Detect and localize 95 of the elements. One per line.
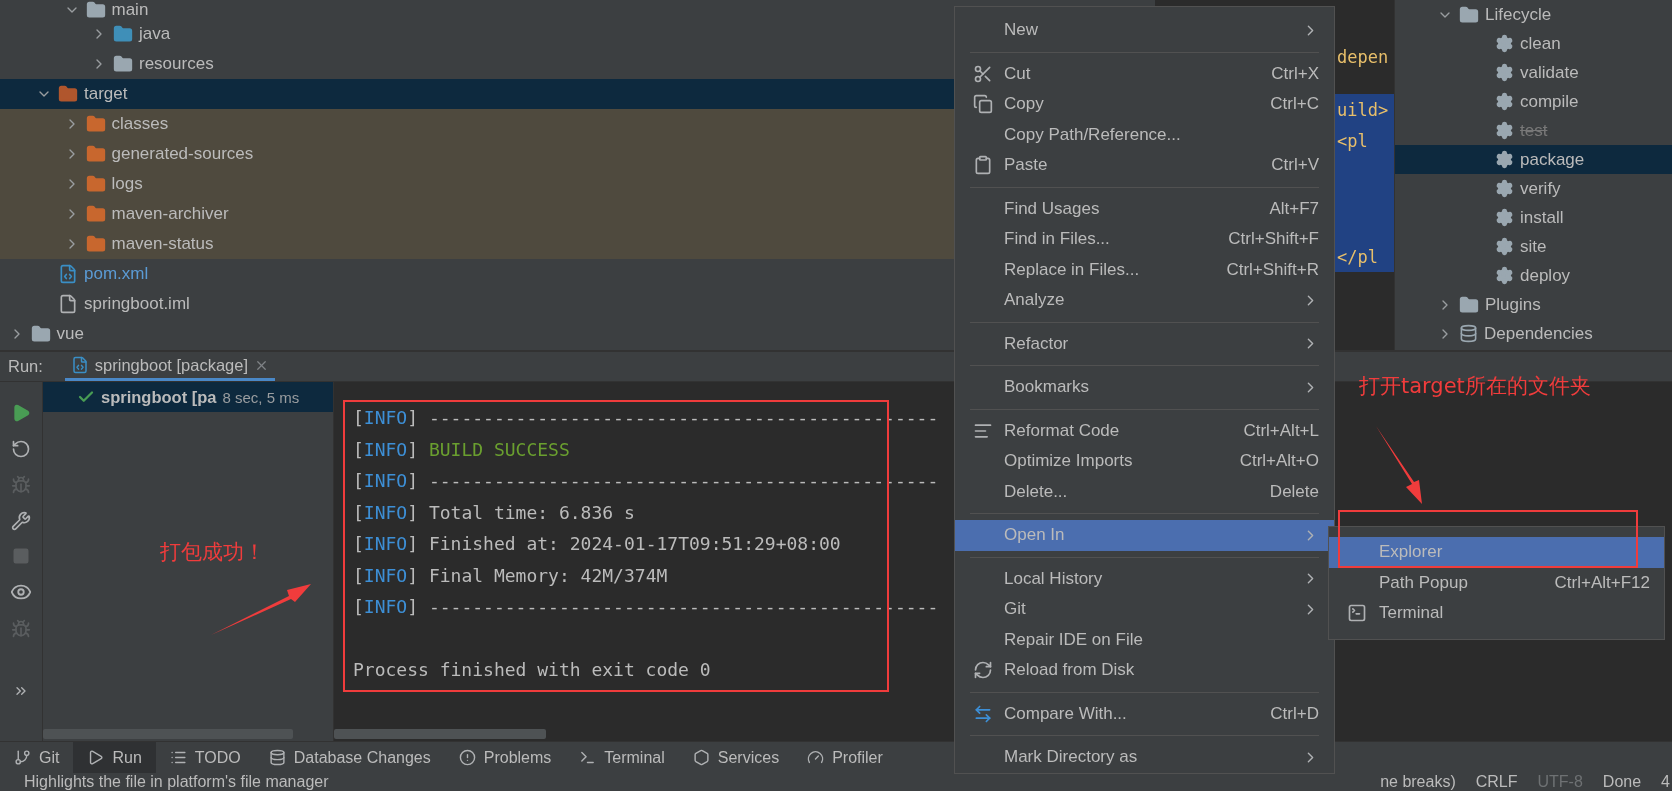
- maven-item[interactable]: package: [1395, 145, 1672, 174]
- folder-icon: [1459, 294, 1479, 315]
- console-line: [INFO] Total time: 6.836 s: [353, 500, 635, 525]
- tool-window-tab[interactable]: Run: [73, 742, 156, 773]
- menu-item[interactable]: Bookmarks: [955, 372, 1334, 403]
- menu-item[interactable]: Refactor: [955, 328, 1334, 359]
- menu-item[interactable]: Compare With... Ctrl+D: [955, 698, 1334, 729]
- maven-item[interactable]: site: [1395, 232, 1672, 261]
- folder-icon: [85, 144, 106, 164]
- folder-icon: [85, 174, 106, 194]
- gear-icon: [1495, 63, 1514, 82]
- scrollbar-thumb[interactable]: [43, 729, 293, 739]
- annotation-text: 打开target所在的文件夹: [1359, 373, 1591, 400]
- play-icon[interactable]: [11, 403, 31, 423]
- maven-item[interactable]: deploy: [1395, 261, 1672, 290]
- menu-item[interactable]: Mark Directory as: [955, 742, 1334, 773]
- menu-item[interactable]: Reload from Disk: [955, 655, 1334, 686]
- branch-icon: [14, 749, 31, 766]
- folder-icon: [1459, 4, 1479, 25]
- menu-item[interactable]: Analyze: [955, 285, 1334, 316]
- rerun-icon[interactable]: [11, 439, 31, 459]
- maven-item[interactable]: Lifecycle: [1395, 0, 1672, 29]
- folder-icon: [30, 324, 51, 344]
- code-line: </pl: [1337, 246, 1378, 267]
- gear-icon: [1495, 150, 1514, 169]
- tool-window-tab[interactable]: Git: [0, 742, 74, 773]
- menu-item[interactable]: Path Popup Ctrl+Alt+F12: [1329, 567, 1664, 598]
- reload-icon: [973, 660, 993, 681]
- gear-icon: [1495, 237, 1514, 256]
- scissors-icon: [973, 63, 993, 84]
- menu-item[interactable]: Optimize Imports Ctrl+Alt+O: [955, 446, 1334, 477]
- wrench-icon[interactable]: [11, 511, 31, 531]
- folder-icon: [85, 114, 106, 134]
- console-line: [INFO] BUILD SUCCESS: [353, 437, 570, 462]
- status-item[interactable]: 4: [1661, 773, 1670, 791]
- gear-icon: [1495, 179, 1514, 198]
- maven-item[interactable]: Dependencies: [1395, 319, 1672, 348]
- menu-item[interactable]: Reformat Code Ctrl+Alt+L: [955, 415, 1334, 446]
- folder-icon: [85, 0, 106, 20]
- status-item[interactable]: Done: [1602, 773, 1642, 791]
- console-line: [INFO] Final Memory: 42M/374M: [353, 563, 668, 588]
- folder-icon: [58, 84, 78, 104]
- folder-icon: [113, 54, 133, 74]
- tool-window-tab[interactable]: TODO: [155, 742, 255, 773]
- gear-icon: [1495, 266, 1514, 285]
- tool-window-tab[interactable]: Problems: [444, 742, 566, 773]
- folder-icon: [113, 24, 133, 44]
- maven-item[interactable]: verify: [1395, 174, 1672, 203]
- menu-item[interactable]: Terminal: [1329, 598, 1664, 629]
- tool-window-tab[interactable]: Services: [678, 742, 794, 773]
- status-item[interactable]: CRLF: [1475, 773, 1518, 791]
- gauge-icon: [807, 749, 825, 766]
- gear-icon: [1495, 208, 1514, 227]
- services-icon: [692, 749, 710, 766]
- console-line: [INFO] -----------------------------------------------: [353, 595, 939, 620]
- terminal-icon: [1347, 603, 1367, 624]
- compare-arrows-icon: [973, 703, 993, 724]
- code-line: uild>: [1337, 99, 1389, 120]
- status-item[interactable]: ne breaks): [1380, 773, 1456, 791]
- code-line: <pl: [1337, 130, 1368, 151]
- folder-icon: [85, 234, 106, 254]
- console-line: [INFO] -----------------------------------------------: [353, 406, 939, 431]
- database-icon: [268, 749, 286, 766]
- maven-item[interactable]: compile: [1395, 87, 1672, 116]
- maven-item[interactable]: validate: [1395, 58, 1672, 87]
- console-line: [INFO] -----------------------------------------------: [353, 469, 939, 494]
- menu-item[interactable]: Delete... Delete: [955, 476, 1334, 507]
- maven-item[interactable]: clean: [1395, 29, 1672, 58]
- maven-item[interactable]: Plugins: [1395, 290, 1672, 319]
- terminal-icon: [579, 749, 597, 766]
- play-icon: [87, 749, 105, 766]
- clipboard-icon: [973, 155, 993, 176]
- tool-window-tab[interactable]: Database Changes: [254, 742, 445, 773]
- status-message: Highlights the file in platform's file manager: [24, 773, 329, 791]
- gear-icon: [1495, 34, 1514, 53]
- maven-item[interactable]: install: [1395, 203, 1672, 232]
- annotation-text: 打包成功！: [160, 539, 265, 566]
- list-icon: [169, 749, 187, 766]
- console-line: Process finished with exit code 0: [353, 658, 711, 683]
- tool-window-tab[interactable]: Terminal: [565, 742, 679, 773]
- code-line: depen: [1337, 46, 1389, 67]
- dependencies-icon: [1459, 324, 1478, 343]
- gear-icon: [1495, 92, 1514, 111]
- copy-icon: [973, 94, 993, 115]
- run-tree-item[interactable]: springboot [pa 8 sec, 5 ms: [43, 382, 333, 412]
- scrollbar-thumb[interactable]: [334, 729, 546, 739]
- tool-window-tab[interactable]: Profiler: [793, 742, 897, 773]
- maven-file-icon: [58, 264, 78, 284]
- gear-icon: [1495, 121, 1514, 140]
- file-icon: [58, 294, 78, 314]
- folder-icon: [85, 204, 106, 224]
- maven-file-icon: [70, 356, 89, 374]
- alert-icon: [458, 749, 476, 766]
- panel-title: Run:: [8, 357, 43, 376]
- console-line: [INFO] Finished at: 2024-01-17T09:51:29+08:00: [353, 532, 841, 557]
